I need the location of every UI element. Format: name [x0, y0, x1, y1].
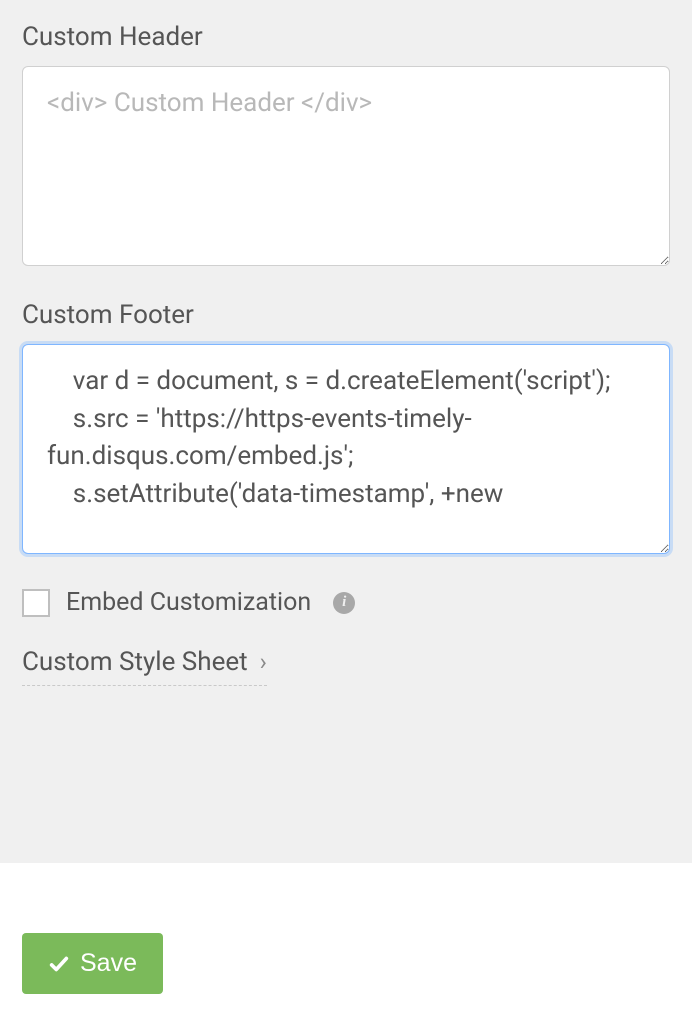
actions-bar: Save — [0, 863, 692, 1024]
custom-header-label: Custom Header — [22, 22, 670, 52]
embed-customization-checkbox[interactable] — [22, 589, 50, 617]
embed-customization-label: Embed Customization — [66, 588, 311, 617]
custom-footer-label: Custom Footer — [22, 300, 670, 330]
custom-footer-group: Custom Footer — [22, 300, 670, 558]
save-button[interactable]: Save — [22, 933, 163, 994]
custom-style-sheet-label: Custom Style Sheet — [22, 647, 248, 677]
chevron-right-icon: › — [260, 648, 267, 676]
embed-customization-row[interactable]: Embed Customization i — [22, 588, 670, 617]
check-icon — [48, 953, 70, 975]
custom-header-input[interactable] — [22, 66, 670, 266]
custom-footer-input[interactable] — [22, 344, 670, 554]
custom-header-group: Custom Header — [22, 22, 670, 270]
info-icon[interactable]: i — [333, 592, 355, 614]
custom-style-sheet-toggle[interactable]: Custom Style Sheet › — [22, 647, 267, 686]
save-button-label: Save — [80, 949, 137, 978]
